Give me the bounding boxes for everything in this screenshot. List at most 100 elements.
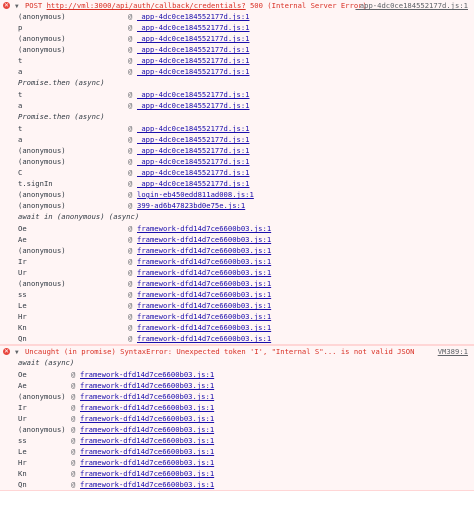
- stack-frame: (anonymous) @ framework-dfd14d7ce6600b03.j…: [18, 278, 474, 289]
- function-name: Kn: [18, 323, 27, 332]
- source-location-link[interactable]: _app-4dc0ce184552177d.js:1: [137, 22, 250, 33]
- source-location-link[interactable]: login-eb450edd811ad008.js:1: [137, 189, 254, 200]
- stack-frame: Kn @ framework-dfd14d7ce6600b03.js:1: [18, 322, 474, 333]
- stack-frame: Hr @ framework-dfd14d7ce6600b03.js:1: [18, 311, 474, 322]
- source-location-link[interactable]: _app-4dc0ce184552177d.js:1: [137, 11, 250, 22]
- error-message: Uncaught (in promise) SyntaxError: Unexp…: [24, 347, 415, 356]
- at-symbol: @: [128, 257, 133, 266]
- error-header[interactable]: ✕ ▼ Uncaught (in promise) SyntaxError: U…: [0, 346, 474, 357]
- source-location-link[interactable]: framework-dfd14d7ce6600b03.js:1: [80, 380, 214, 391]
- function-name: Hr: [18, 458, 27, 467]
- function-name: Hr: [18, 312, 27, 321]
- function-name: Oe: [18, 224, 27, 233]
- at-symbol: @: [128, 246, 133, 255]
- error-header[interactable]: ✕ ▼ POST http://vml:3000/api/auth/callba…: [0, 0, 474, 11]
- source-location-link[interactable]: 399-ad6b47823bd0e75e.js:1: [137, 200, 245, 211]
- function-name: (anonymous): [18, 425, 66, 434]
- source-location-link[interactable]: framework-dfd14d7ce6600b03.js:1: [80, 402, 214, 413]
- stack-frame: a @ _app-4dc0ce184552177d.js:1: [18, 100, 474, 111]
- source-location-link[interactable]: _app-4dc0ce184552177d.js:1: [137, 89, 250, 100]
- source-location-link[interactable]: framework-dfd14d7ce6600b03.js:1: [80, 435, 214, 446]
- function-name: a: [18, 135, 23, 144]
- source-location-link[interactable]: _app-4dc0ce184552177d.js:1: [137, 134, 250, 145]
- stack-frame: ss @ framework-dfd14d7ce6600b03.js:1: [18, 289, 474, 300]
- error-source-link[interactable]: VM389:1: [438, 346, 468, 357]
- function-name: a: [18, 67, 23, 76]
- at-symbol: @: [71, 425, 76, 434]
- source-location-link[interactable]: framework-dfd14d7ce6600b03.js:1: [137, 267, 271, 278]
- function-name: Kn: [18, 469, 27, 478]
- stack-frame: Le @ framework-dfd14d7ce6600b03.js:1: [18, 300, 474, 311]
- error-x-icon: ✕: [3, 2, 10, 9]
- source-location-link[interactable]: framework-dfd14d7ce6600b03.js:1: [137, 256, 271, 267]
- source-location-link[interactable]: framework-dfd14d7ce6600b03.js:1: [137, 311, 271, 322]
- function-name: (anonymous): [18, 146, 66, 155]
- console-error-post: ✕ ▼ POST http://vml:3000/api/auth/callba…: [0, 0, 474, 345]
- source-location-link[interactable]: framework-dfd14d7ce6600b03.js:1: [80, 446, 214, 457]
- function-name: Ir: [18, 403, 27, 412]
- source-location-link[interactable]: _app-4dc0ce184552177d.js:1: [137, 178, 250, 189]
- error-source-link[interactable]: _app-4dc0ce184552177d.js:1: [355, 0, 468, 11]
- at-symbol: @: [71, 469, 76, 478]
- stack-frame: Ur @ framework-dfd14d7ce6600b03.js:1: [18, 413, 474, 424]
- source-location-link[interactable]: framework-dfd14d7ce6600b03.js:1: [80, 391, 214, 402]
- source-location-link[interactable]: _app-4dc0ce184552177d.js:1: [137, 44, 250, 55]
- at-symbol: @: [71, 480, 76, 489]
- source-location-link[interactable]: framework-dfd14d7ce6600b03.js:1: [137, 333, 271, 344]
- source-location-link[interactable]: framework-dfd14d7ce6600b03.js:1: [137, 289, 271, 300]
- stack-frame: (anonymous) @ _app-4dc0ce184552177d.js:1: [18, 156, 474, 167]
- stack-frame: Ae @ framework-dfd14d7ce6600b03.js:1: [18, 234, 474, 245]
- stack-frame: p @ _app-4dc0ce184552177d.js:1: [18, 22, 474, 33]
- source-location-link[interactable]: framework-dfd14d7ce6600b03.js:1: [80, 479, 214, 490]
- function-name: Qn: [18, 334, 27, 343]
- source-location-link[interactable]: _app-4dc0ce184552177d.js:1: [137, 123, 250, 134]
- source-location-link[interactable]: framework-dfd14d7ce6600b03.js:1: [137, 278, 271, 289]
- stack-frame: t @ _app-4dc0ce184552177d.js:1: [18, 123, 474, 134]
- source-location-link[interactable]: framework-dfd14d7ce6600b03.js:1: [137, 322, 271, 333]
- stack-frame: (anonymous) @ _app-4dc0ce184552177d.js:1: [18, 33, 474, 44]
- stack-frame: Hr @ framework-dfd14d7ce6600b03.js:1: [18, 457, 474, 468]
- at-symbol: @: [128, 23, 133, 32]
- source-location-link[interactable]: _app-4dc0ce184552177d.js:1: [137, 66, 250, 77]
- request-url[interactable]: http://vml:3000/api/auth/callback/creden…: [47, 1, 246, 10]
- source-location-link[interactable]: framework-dfd14d7ce6600b03.js:1: [137, 245, 271, 256]
- source-location-link[interactable]: framework-dfd14d7ce6600b03.js:1: [80, 424, 214, 435]
- stack-frame: (anonymous) @ framework-dfd14d7ce6600b03.j…: [18, 245, 474, 256]
- source-location-link[interactable]: _app-4dc0ce184552177d.js:1: [137, 55, 250, 66]
- source-location-link[interactable]: framework-dfd14d7ce6600b03.js:1: [137, 234, 271, 245]
- stack-frame: (anonymous) @399-ad6b47823bd0e75e.js:1: [18, 200, 474, 211]
- source-location-link[interactable]: _app-4dc0ce184552177d.js:1: [137, 156, 250, 167]
- source-location-link[interactable]: framework-dfd14d7ce6600b03.js:1: [137, 300, 271, 311]
- at-symbol: @: [128, 56, 133, 65]
- source-location-link[interactable]: framework-dfd14d7ce6600b03.js:1: [80, 468, 214, 479]
- function-name: ss: [18, 290, 27, 299]
- function-name: (anonymous): [18, 190, 66, 199]
- function-name: C: [18, 168, 23, 177]
- source-location-link[interactable]: _app-4dc0ce184552177d.js:1: [137, 33, 250, 44]
- source-location-link[interactable]: framework-dfd14d7ce6600b03.js:1: [80, 457, 214, 468]
- source-location-link[interactable]: _app-4dc0ce184552177d.js:1: [137, 145, 250, 156]
- function-name: Oe: [18, 370, 27, 379]
- at-symbol: @: [128, 268, 133, 277]
- source-location-link[interactable]: _app-4dc0ce184552177d.js:1: [137, 100, 250, 111]
- source-location-link[interactable]: framework-dfd14d7ce6600b03.js:1: [137, 223, 271, 234]
- async-separator: await (async): [18, 358, 75, 367]
- stack-frame: Oe @ framework-dfd14d7ce6600b03.js:1: [18, 369, 474, 380]
- stack-frame: a @ _app-4dc0ce184552177d.js:1: [18, 134, 474, 145]
- source-location-link[interactable]: framework-dfd14d7ce6600b03.js:1: [80, 369, 214, 380]
- at-symbol: @: [128, 301, 133, 310]
- stack-frame: (anonymous) @ _app-4dc0ce184552177d.js:1: [18, 145, 474, 156]
- function-name: Ir: [18, 257, 27, 266]
- error-x-icon: ✕: [3, 348, 10, 355]
- stack-frame: Kn @ framework-dfd14d7ce6600b03.js:1: [18, 468, 474, 479]
- source-location-link[interactable]: _app-4dc0ce184552177d.js:1: [137, 167, 250, 178]
- stack-frame: Qn @ framework-dfd14d7ce6600b03.js:1: [18, 479, 474, 490]
- source-location-link[interactable]: framework-dfd14d7ce6600b03.js:1: [80, 413, 214, 424]
- at-symbol: @: [128, 168, 133, 177]
- function-name: t: [18, 124, 23, 133]
- function-name: t: [18, 90, 23, 99]
- at-symbol: @: [128, 235, 133, 244]
- function-name: (anonymous): [18, 45, 66, 54]
- at-symbol: @: [128, 67, 133, 76]
- request-method: POST: [24, 1, 43, 10]
